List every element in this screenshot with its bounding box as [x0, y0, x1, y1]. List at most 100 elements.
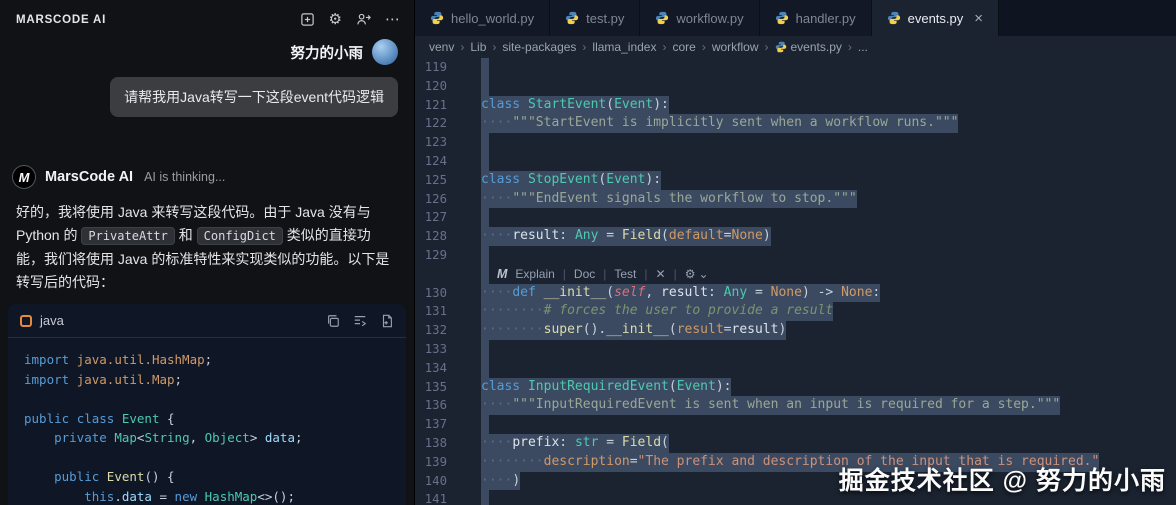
line-number[interactable]: 124: [415, 152, 461, 171]
chat-code-line: [24, 448, 390, 468]
breadcrumb-item[interactable]: Lib: [470, 40, 486, 54]
line-number[interactable]: 121: [415, 96, 461, 115]
code-line-126[interactable]: 126 ····"""EndEvent signals the workflow …: [415, 189, 1176, 209]
line-number[interactable]: 127: [415, 208, 461, 227]
copy-icon[interactable]: [326, 314, 340, 328]
marscode-mini-logo: M: [497, 266, 508, 281]
line-number[interactable]: 140: [415, 472, 461, 491]
inline-code-privateattr: PrivateAttr: [81, 227, 175, 245]
app-root: MARSCODE AI ⚙ ⋯ 努力的小雨 请帮我用Java转写一下这段even…: [0, 0, 1176, 505]
editor: hello_world.py test.py workflow.py handler.…: [415, 0, 1176, 505]
line-number[interactable]: 125: [415, 171, 461, 190]
code-line-136[interactable]: 136 ····"""InputRequiredEvent is sent whe…: [415, 396, 1176, 416]
assistant-status: AI is thinking...: [144, 170, 226, 184]
widget-test-button[interactable]: Test: [614, 265, 636, 284]
code-line-120[interactable]: 120: [415, 76, 1176, 96]
close-icon[interactable]: ×: [974, 11, 983, 26]
share-profile-icon[interactable]: [356, 12, 371, 27]
line-number[interactable]: 132: [415, 321, 461, 340]
python-icon: [430, 11, 444, 25]
code-line-127[interactable]: 127: [415, 208, 1176, 228]
line-number[interactable]: 129: [415, 246, 461, 265]
line-number[interactable]: 133: [415, 340, 461, 359]
code-line-132[interactable]: 132 ········super().__init__(result=resul…: [415, 321, 1176, 340]
breadcrumb-item[interactable]: workflow: [712, 40, 759, 54]
line-number[interactable]: 120: [415, 77, 461, 96]
chat-header-icons: ⚙ ⋯: [300, 12, 400, 27]
line-number[interactable]: 136: [415, 396, 461, 415]
line-number[interactable]: 119: [415, 58, 461, 77]
user-name: 努力的小雨: [290, 45, 364, 62]
line-number[interactable]: 141: [415, 490, 461, 505]
tab-workflow.py[interactable]: workflow.py: [640, 0, 760, 36]
code-block-actions: [326, 314, 394, 328]
breadcrumb-item[interactable]: venv: [429, 40, 454, 54]
code-line-138[interactable]: 138 ····prefix: str = Field(: [415, 433, 1176, 453]
chevron-right-icon: ›: [460, 40, 465, 54]
chat-code-line: import java.util.Map;: [24, 371, 183, 387]
widget-explain-button[interactable]: Explain: [515, 265, 554, 284]
code-line-129[interactable]: 129: [415, 245, 1176, 265]
widget-close-icon[interactable]: ✕: [656, 265, 666, 284]
chat-header: MARSCODE AI ⚙ ⋯: [0, 0, 414, 31]
code-line-130[interactable]: 130 ····def __init__(self, result: Any = …: [415, 283, 1176, 303]
code-line-121[interactable]: 121 class StartEvent(Event):: [415, 95, 1176, 115]
assistant-header: M MarsCode AI AI is thinking...: [0, 165, 414, 189]
code-line-141[interactable]: 141: [415, 490, 1176, 505]
user-message: 请帮我用Java转写一下这段event代码逻辑: [110, 77, 398, 117]
line-number[interactable]: 128: [415, 227, 461, 246]
breadcrumb-item[interactable]: events.py: [775, 40, 842, 54]
line-number[interactable]: 138: [415, 434, 461, 453]
tab-hello_world.py[interactable]: hello_world.py: [415, 0, 551, 36]
user-message-row: 请帮我用Java转写一下这段event代码逻辑: [0, 67, 414, 117]
line-number[interactable]: 122: [415, 114, 461, 133]
python-icon: [775, 41, 786, 53]
widget-doc-button[interactable]: Doc: [574, 265, 595, 284]
code-line-124[interactable]: 124: [415, 151, 1176, 171]
code-line-131[interactable]: 131 ········# forces the user to provide …: [415, 302, 1176, 322]
breadcrumb: venv › Lib › site-packages › llama_index › core ›…: [415, 36, 1176, 58]
line-number[interactable]: 134: [415, 359, 461, 378]
line-number[interactable]: 135: [415, 378, 461, 397]
widget-settings-icon[interactable]: ⚙: [685, 265, 696, 284]
tab-bar: hello_world.py test.py workflow.py handler.…: [415, 0, 1176, 36]
code-line-119[interactable]: 119: [415, 58, 1176, 77]
tab-label: handler.py: [795, 10, 856, 26]
panel-title: MARSCODE AI: [16, 13, 107, 26]
line-number[interactable]: 130: [415, 284, 461, 303]
new-chat-icon[interactable]: [300, 12, 315, 27]
tab-test.py[interactable]: test.py: [550, 0, 641, 36]
more-icon[interactable]: ⋯: [385, 12, 400, 27]
breadcrumb-item[interactable]: ...: [858, 40, 868, 54]
code-line-135[interactable]: 135 class InputRequiredEvent(Event):: [415, 377, 1176, 397]
code-line-128[interactable]: 128 ····result: Any = Field(default=None): [415, 227, 1176, 246]
line-number[interactable]: 137: [415, 415, 461, 434]
code-area: 119 120 121 class StartEvent(Event): 122 ····…: [415, 58, 1176, 505]
code-line-139[interactable]: 139 ········description="The prefix and d…: [415, 452, 1176, 472]
code-line-137[interactable]: 137: [415, 415, 1176, 434]
line-number[interactable]: 123: [415, 133, 461, 152]
tab-events.py[interactable]: events.py ×: [871, 0, 1000, 36]
chevron-right-icon: ›: [701, 40, 706, 54]
line-number[interactable]: 131: [415, 302, 461, 321]
inline-code-configdict: ConfigDict: [196, 227, 283, 245]
breadcrumb-item[interactable]: site-packages: [502, 40, 576, 54]
python-icon: [887, 11, 900, 25]
code-line-133[interactable]: 133: [415, 339, 1176, 359]
new-file-icon[interactable]: [380, 314, 394, 328]
tab-label: hello_world.py: [451, 10, 535, 26]
insert-at-cursor-icon[interactable]: [353, 314, 367, 328]
gear-icon[interactable]: ⚙: [329, 12, 342, 27]
tab-handler.py[interactable]: handler.py: [759, 0, 872, 36]
code-line-134[interactable]: 134: [415, 358, 1176, 378]
user-avatar[interactable]: [372, 39, 398, 65]
breadcrumb-item[interactable]: llama_index: [592, 40, 656, 54]
code-line-125[interactable]: 125 class StopEvent(Event):: [415, 170, 1176, 190]
code-line-123[interactable]: 123: [415, 133, 1176, 152]
breadcrumb-item[interactable]: core: [672, 40, 695, 54]
code-line-122[interactable]: 122 ····"""StartEvent is implicitly sent …: [415, 114, 1176, 134]
line-number[interactable]: 126: [415, 190, 461, 209]
chat-code-line: public class Event {: [24, 410, 175, 426]
code-line-140[interactable]: 140 ····): [415, 471, 1176, 491]
line-number[interactable]: 139: [415, 453, 461, 472]
